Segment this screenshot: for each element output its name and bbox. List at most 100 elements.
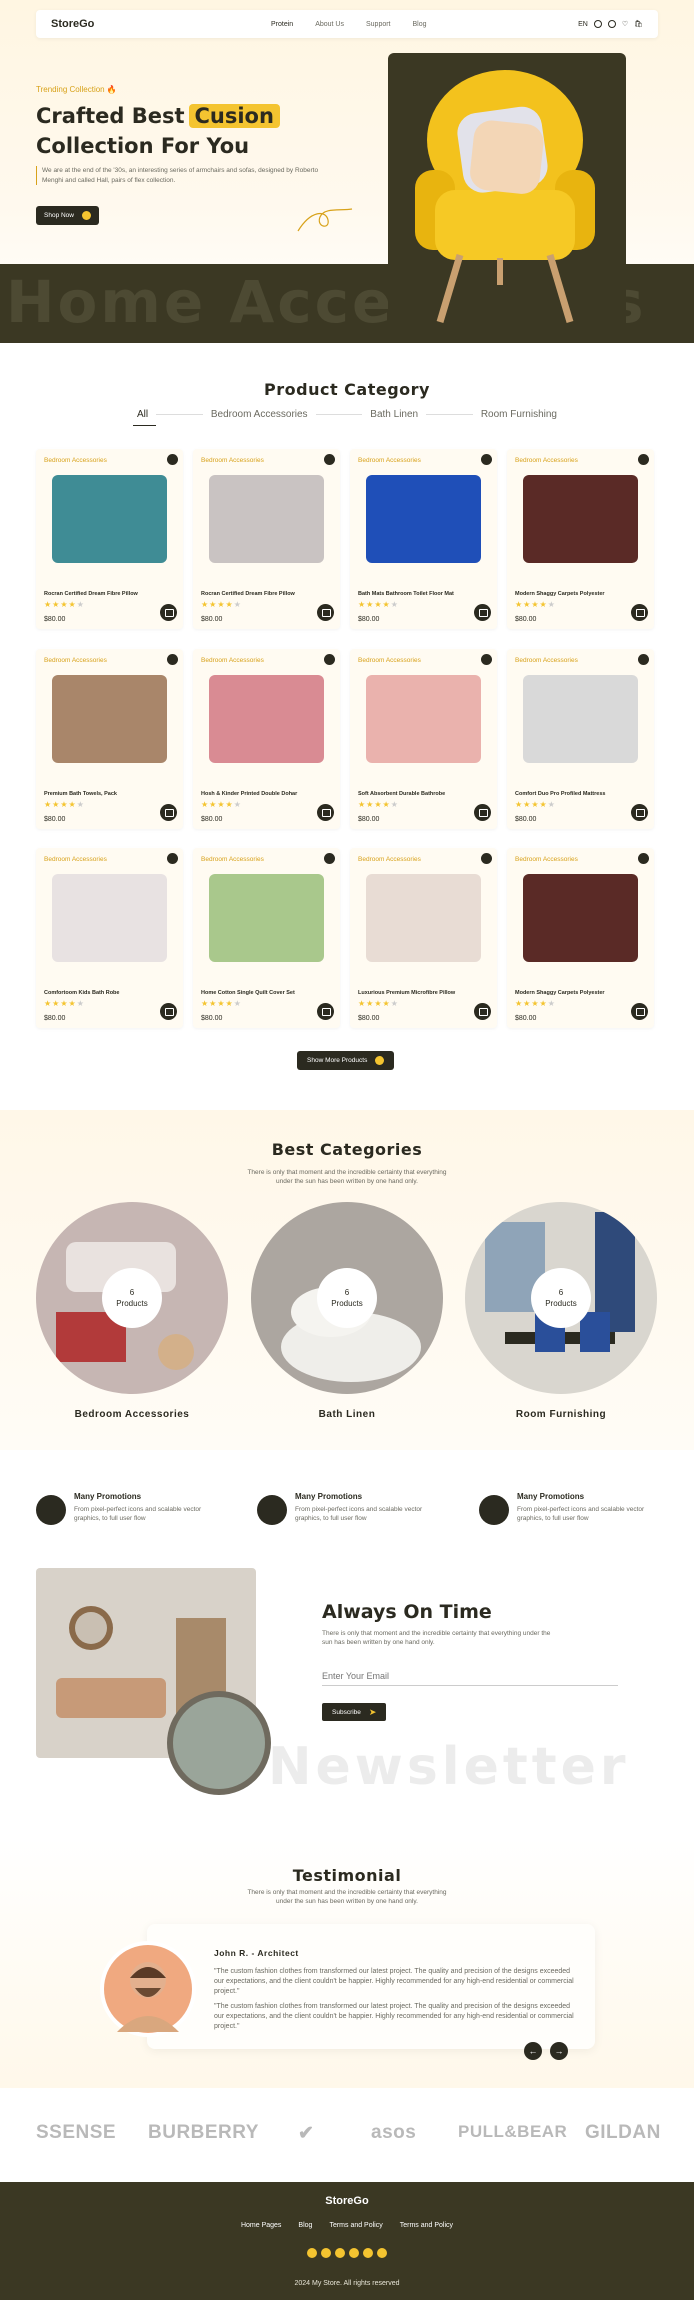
add-to-cart-icon[interactable]	[631, 804, 648, 821]
rating-stars: ★★★★★	[44, 999, 85, 1008]
add-to-cart-icon[interactable]	[160, 1003, 177, 1020]
add-to-cart-icon[interactable]	[631, 604, 648, 621]
logo[interactable]: StoreGo	[51, 18, 171, 30]
category-circle-bedroom[interactable]: 6 Products	[36, 1202, 228, 1394]
product-card[interactable]: Bedroom Accessories Home Cotton Single Qu…	[193, 848, 340, 1028]
product-price: $80.00	[358, 816, 380, 823]
newsletter-title: Always On Time	[322, 1601, 492, 1623]
product-card[interactable]: Bedroom Accessories Soft Absorbent Durabl…	[350, 649, 497, 829]
next-arrow-icon[interactable]: →	[550, 2042, 568, 2060]
product-name[interactable]: Rocran Certified Dream Fibre Pillow	[201, 591, 295, 597]
product-card[interactable]: Bedroom Accessories Comfort Duo Pro Profi…	[507, 649, 654, 829]
wishlist-icon[interactable]	[638, 454, 649, 465]
tab-bath-linen[interactable]: Bath Linen	[370, 409, 418, 420]
wishlist-icon[interactable]	[324, 454, 335, 465]
product-card[interactable]: Bedroom Accessories Rocran Certified Drea…	[36, 449, 183, 629]
rating-stars: ★★★★★	[358, 999, 399, 1008]
hero-title: Crafted Best Cusion Collection For You	[36, 101, 280, 161]
nav-item-about[interactable]: About Us	[315, 21, 344, 28]
product-name[interactable]: Modern Shaggy Carpets Polyester	[515, 990, 605, 996]
product-card[interactable]: Bedroom Accessories Hosh & Kinder Printed…	[193, 649, 340, 829]
footer-link[interactable]: Terms and Policy	[329, 2222, 382, 2229]
youtube-icon[interactable]	[363, 2248, 373, 2258]
email-field[interactable]	[322, 1666, 618, 1686]
product-price: $80.00	[44, 1015, 66, 1022]
product-image	[52, 675, 167, 763]
product-name[interactable]: Bath Mats Bathroom Toilet Floor Mat	[358, 591, 454, 597]
category-circle-bath-linen[interactable]: 6 Products	[251, 1202, 443, 1394]
subscribe-button[interactable]: Subscribe ➤	[322, 1703, 387, 1721]
wishlist-icon[interactable]	[324, 654, 335, 665]
heart-icon[interactable]: ♡	[622, 20, 628, 28]
shop-now-button[interactable]: Shop Now	[36, 206, 99, 225]
brand-logo-burberry: BURBERRY	[148, 2122, 259, 2143]
store-icon	[257, 1495, 287, 1525]
wishlist-icon[interactable]	[167, 853, 178, 864]
product-category: Bedroom Accessories	[358, 657, 421, 664]
footer-link[interactable]: Blog	[298, 2222, 312, 2229]
wishlist-icon[interactable]	[481, 853, 492, 864]
product-name[interactable]: Modern Shaggy Carpets Polyester	[515, 591, 605, 597]
product-card[interactable]: Bedroom Accessories Comfortoom Kids Bath …	[36, 848, 183, 1028]
product-category: Bedroom Accessories	[44, 657, 107, 664]
add-to-cart-icon[interactable]	[474, 804, 491, 821]
twitter-icon[interactable]	[321, 2248, 331, 2258]
wishlist-icon[interactable]	[167, 654, 178, 665]
swirl-decoration	[297, 208, 353, 232]
nav-item-blog[interactable]: Blog	[413, 21, 427, 28]
product-name[interactable]: Luxurious Premium Microfibre Pillow	[358, 990, 455, 996]
category-circle-room-furnishing[interactable]: 6 Products	[465, 1202, 657, 1394]
product-card[interactable]: Bedroom Accessories Modern Shaggy Carpets…	[507, 848, 654, 1028]
tab-room-furnishing[interactable]: Room Furnishing	[481, 409, 557, 420]
wishlist-icon[interactable]	[167, 454, 178, 465]
footer-link[interactable]: Home Pages	[241, 2222, 281, 2229]
category-label[interactable]: Bedroom Accessories	[36, 1409, 228, 1420]
product-name[interactable]: Comfort Duo Pro Profiled Mattress	[515, 791, 605, 797]
product-name[interactable]: Comfortoom Kids Bath Robe	[44, 990, 119, 996]
wishlist-icon[interactable]	[481, 454, 492, 465]
instagram-icon[interactable]	[335, 2248, 345, 2258]
product-price: $80.00	[515, 1015, 537, 1022]
product-name[interactable]: Rocran Certified Dream Fibre Pillow	[44, 591, 138, 597]
facebook-icon[interactable]	[307, 2248, 317, 2258]
add-to-cart-icon[interactable]	[474, 604, 491, 621]
add-to-cart-icon[interactable]	[317, 804, 334, 821]
user-icon[interactable]	[607, 20, 616, 28]
search-icon[interactable]	[593, 20, 602, 28]
add-to-cart-icon[interactable]	[474, 1003, 491, 1020]
nav-item-support[interactable]: Support	[366, 21, 391, 28]
product-name[interactable]: Hosh & Kinder Printed Double Dohar	[201, 791, 297, 797]
add-to-cart-icon[interactable]	[160, 604, 177, 621]
nav-item-protein[interactable]: Protein	[271, 21, 293, 28]
wishlist-icon[interactable]	[638, 654, 649, 665]
product-name[interactable]: Premium Bath Towels, Pack	[44, 791, 117, 797]
tab-all[interactable]: All	[132, 409, 157, 426]
tab-bedroom-accessories[interactable]: Bedroom Accessories	[211, 409, 308, 420]
category-label[interactable]: Room Furnishing	[465, 1409, 657, 1420]
wishlist-icon[interactable]	[324, 853, 335, 864]
footer-link[interactable]: Terms and Policy	[400, 2222, 453, 2229]
linkedin-icon[interactable]	[349, 2248, 359, 2258]
category-label[interactable]: Bath Linen	[251, 1409, 443, 1420]
pinterest-icon[interactable]	[377, 2248, 387, 2258]
product-count-badge: 6 Products	[317, 1268, 377, 1328]
show-more-button[interactable]: Show More Products	[297, 1051, 395, 1070]
add-to-cart-icon[interactable]	[160, 804, 177, 821]
add-to-cart-icon[interactable]	[317, 1003, 334, 1020]
wishlist-icon[interactable]	[638, 853, 649, 864]
product-card[interactable]: Bedroom Accessories Premium Bath Towels, …	[36, 649, 183, 829]
product-name[interactable]: Soft Absorbent Durable Bathrobe	[358, 791, 445, 797]
add-to-cart-icon[interactable]	[317, 604, 334, 621]
product-card[interactable]: Bedroom Accessories Rocran Certified Drea…	[193, 449, 340, 629]
prev-arrow-icon[interactable]: ←	[524, 2042, 542, 2060]
wishlist-icon[interactable]	[481, 654, 492, 665]
promo-item: Many Promotions From pixel-perfect icons …	[479, 1492, 679, 1532]
footer-logo[interactable]: StoreGo	[0, 2195, 694, 2207]
cart-icon[interactable]: 🛍	[634, 20, 643, 28]
product-card[interactable]: Bedroom Accessories Modern Shaggy Carpets…	[507, 449, 654, 629]
add-to-cart-icon[interactable]	[631, 1003, 648, 1020]
product-name[interactable]: Home Cotton Single Quilt Cover Set	[201, 990, 295, 996]
language-select[interactable]: EN	[578, 21, 588, 28]
product-card[interactable]: Bedroom Accessories Luxurious Premium Mic…	[350, 848, 497, 1028]
product-card[interactable]: Bedroom Accessories Bath Mats Bathroom To…	[350, 449, 497, 629]
